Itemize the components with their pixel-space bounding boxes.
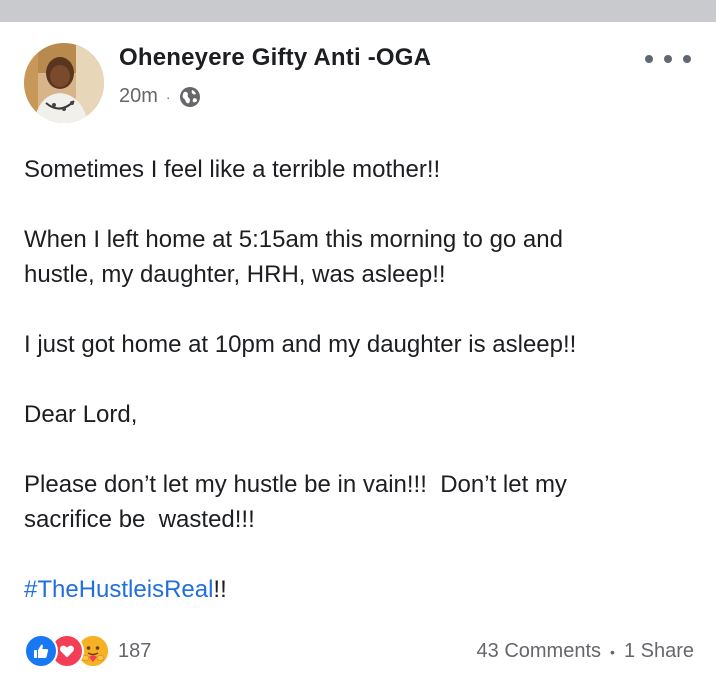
comments-count-link[interactable]: 43 Comments [477, 640, 602, 663]
post-paragraph: When I left home at 5:15am this morning … [24, 226, 563, 288]
post-body: Sometimes I feel like a terrible mother!… [24, 152, 694, 607]
engagement-stats: 43 Comments • 1 Share [477, 640, 694, 663]
hashtag-paragraph: #TheHustleisReal!! [24, 572, 694, 607]
more-dot-icon [664, 55, 672, 63]
hashtag-suffix: !! [213, 576, 227, 603]
hashtag-link[interactable]: #TheHustleisReal [24, 576, 213, 603]
reaction-count[interactable]: 187 [118, 640, 151, 663]
post-meta: 20m · [119, 85, 201, 108]
post-paragraph: Sometimes I feel like a terrible mother!… [24, 156, 441, 183]
reactions-summary[interactable]: 187 [24, 634, 151, 668]
shares-count-link[interactable]: 1 Share [624, 640, 694, 663]
like-icon [24, 634, 58, 668]
post-paragraph: Please don’t let my hustle be in vain!!!… [24, 471, 567, 533]
more-options-button[interactable] [645, 46, 691, 72]
post-paragraph: Dear Lord, [24, 401, 138, 428]
globe-icon [179, 86, 201, 108]
avatar[interactable] [24, 43, 104, 123]
meta-separator: · [165, 88, 171, 105]
author-name[interactable]: Oheneyere Gifty Anti -OGA [119, 44, 431, 72]
post-card: Oheneyere Gifty Anti -OGA 20m · Sometime… [0, 22, 716, 680]
more-dot-icon [645, 55, 653, 63]
stats-separator: • [610, 643, 615, 660]
top-strip [0, 0, 716, 22]
more-dot-icon [683, 55, 691, 63]
post-time[interactable]: 20m [119, 85, 158, 108]
post-paragraph: I just got home at 10pm and my daughter … [24, 331, 577, 358]
